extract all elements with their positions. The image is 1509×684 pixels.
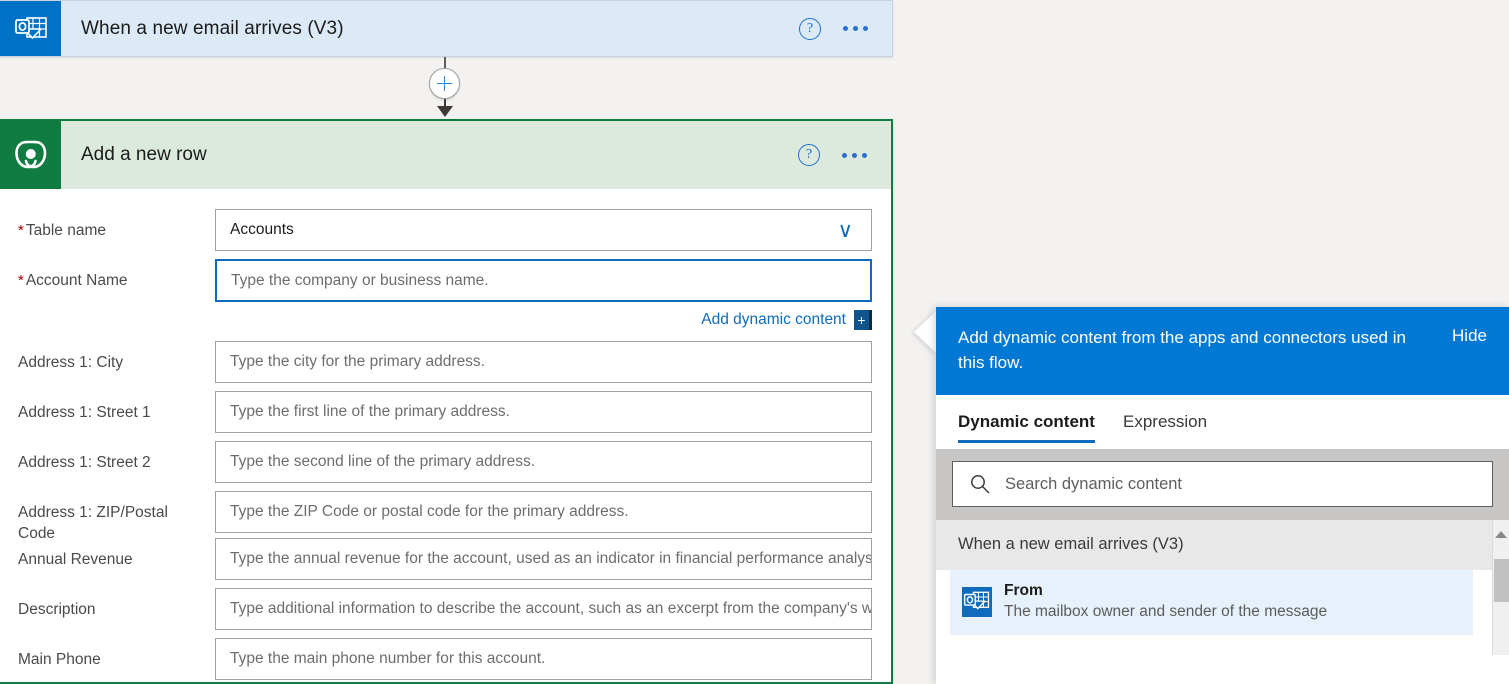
field-control: Accounts ∨ xyxy=(215,209,872,251)
field-table-name: *Table name Accounts ∨ xyxy=(18,209,867,251)
action-card: Add a new row ? *Table name Accounts ∨ xyxy=(0,119,893,684)
dynamic-content-group-header: When a new email arrives (V3) xyxy=(936,520,1509,570)
address-city-input[interactable]: Type the city for the primary address. xyxy=(215,341,872,383)
trigger-card-actions: ? xyxy=(799,1,892,56)
flyout-pointer-icon xyxy=(914,310,937,354)
field-address-street-1: Address 1: Street 1 Type the first line … xyxy=(18,391,867,433)
hide-banner-button[interactable]: Hide xyxy=(1452,325,1487,346)
field-label: Annual Revenue xyxy=(18,538,215,570)
search-placeholder: Search dynamic content xyxy=(1005,475,1182,494)
field-label: Address 1: ZIP/Postal Code xyxy=(18,491,206,544)
required-asterisk: * xyxy=(18,272,24,289)
field-label: Address 1: City xyxy=(18,341,215,373)
input-placeholder: Type the company or business name. xyxy=(231,272,489,290)
tab-expression[interactable]: Expression xyxy=(1123,395,1207,449)
table-name-select[interactable]: Accounts ∨ xyxy=(215,209,872,251)
more-options-icon[interactable] xyxy=(841,20,870,37)
field-label: Address 1: Street 2 xyxy=(18,441,215,473)
address-street-1-input[interactable]: Type the first line of the primary addre… xyxy=(215,391,872,433)
table-name-value: Accounts xyxy=(230,221,294,239)
dynamic-content-item-name: From xyxy=(1004,580,1327,601)
search-icon xyxy=(969,473,991,495)
field-label: *Account Name xyxy=(18,259,215,291)
chevron-down-icon[interactable]: ∨ xyxy=(838,220,857,241)
field-control: Type additional information to describe … xyxy=(215,588,872,630)
annual-revenue-input[interactable]: Type the annual revenue for the account,… xyxy=(215,538,872,580)
field-annual-revenue: Annual Revenue Type the annual revenue f… xyxy=(18,538,867,580)
flow-canvas: When a new email arrives (V3) ? xyxy=(0,0,905,684)
input-placeholder: Type the ZIP Code or postal code for the… xyxy=(230,503,629,521)
help-icon[interactable]: ? xyxy=(799,18,821,40)
action-title: Add a new row xyxy=(61,121,798,189)
field-description: Description Type additional information … xyxy=(18,588,867,630)
dynamic-content-flyout: Add dynamic content from the apps and co… xyxy=(936,307,1509,684)
dynamic-content-item-description: The mailbox owner and sender of the mess… xyxy=(1004,601,1327,623)
flyout-search-area: Search dynamic content xyxy=(936,449,1509,520)
field-label: Main Phone xyxy=(18,638,215,670)
field-label: Address 1: Street 1 xyxy=(18,391,215,423)
field-control: Type the city for the primary address. xyxy=(215,341,872,383)
add-dynamic-content-row: Add dynamic content + xyxy=(215,309,872,331)
action-form: *Table name Accounts ∨ *Account Name Typ… xyxy=(0,189,891,682)
field-control: Type the annual revenue for the account,… xyxy=(215,538,872,580)
address-street-2-input[interactable]: Type the second line of the primary addr… xyxy=(215,441,872,483)
field-address-street-2: Address 1: Street 2 Type the second line… xyxy=(18,441,867,483)
outlook-icon xyxy=(0,1,61,56)
field-control: Type the main phone number for this acco… xyxy=(215,638,872,680)
flyout-tabs: Dynamic content Expression xyxy=(936,395,1509,449)
trigger-card[interactable]: When a new email arrives (V3) ? xyxy=(0,0,893,57)
input-placeholder: Type the city for the primary address. xyxy=(230,353,485,371)
field-label: Description xyxy=(18,588,215,620)
add-step-icon[interactable] xyxy=(429,68,460,99)
dataverse-icon xyxy=(0,121,61,189)
field-address-city: Address 1: City Type the city for the pr… xyxy=(18,341,867,383)
address-zip-input[interactable]: Type the ZIP Code or postal code for the… xyxy=(215,491,872,533)
help-icon[interactable]: ? xyxy=(798,144,820,166)
add-dynamic-content-link[interactable]: Add dynamic content xyxy=(701,311,846,329)
field-address-zip: Address 1: ZIP/Postal Code Type the ZIP … xyxy=(18,491,867,544)
flyout-banner: Add dynamic content from the apps and co… xyxy=(936,307,1509,395)
account-name-input[interactable]: Type the company or business name. xyxy=(215,259,872,302)
field-control: Type the company or business name. Add d… xyxy=(215,259,872,341)
flow-connector xyxy=(444,57,445,119)
more-options-icon[interactable] xyxy=(840,147,869,164)
field-main-phone: Main Phone Type the main phone number fo… xyxy=(18,638,867,680)
flyout-banner-message: Add dynamic content from the apps and co… xyxy=(958,325,1410,375)
main-phone-input[interactable]: Type the main phone number for this acco… xyxy=(215,638,872,680)
field-control: Type the second line of the primary addr… xyxy=(215,441,872,483)
add-dynamic-content-badge[interactable]: + xyxy=(854,310,872,330)
field-control: Type the first line of the primary addre… xyxy=(215,391,872,433)
input-placeholder: Type additional information to describe … xyxy=(230,600,872,618)
outlook-icon xyxy=(962,587,992,617)
power-automate-flow-designer: When a new email arrives (V3) ? xyxy=(0,0,1509,684)
action-card-header[interactable]: Add a new row ? xyxy=(0,121,891,189)
scroll-up-icon[interactable] xyxy=(1495,531,1507,538)
dynamic-content-item-text: From The mailbox owner and sender of the… xyxy=(1004,580,1327,623)
field-label: *Table name xyxy=(18,209,215,241)
scrollbar-thumb[interactable] xyxy=(1494,559,1509,602)
flyout-scrollbar[interactable] xyxy=(1492,520,1509,655)
field-control: Type the ZIP Code or postal code for the… xyxy=(215,491,872,533)
dynamic-content-list: When a new email arrives (V3) From The m… xyxy=(936,520,1509,635)
search-dynamic-content-input[interactable]: Search dynamic content xyxy=(952,461,1493,507)
dynamic-content-item-from[interactable]: From The mailbox owner and sender of the… xyxy=(950,570,1473,635)
connector-arrow-icon xyxy=(437,106,453,117)
input-placeholder: Type the main phone number for this acco… xyxy=(230,650,545,668)
field-account-name: *Account Name Type the company or busine… xyxy=(18,259,867,341)
trigger-title: When a new email arrives (V3) xyxy=(61,1,799,56)
input-placeholder: Type the second line of the primary addr… xyxy=(230,453,535,471)
tab-dynamic-content[interactable]: Dynamic content xyxy=(958,395,1095,449)
required-asterisk: * xyxy=(18,222,24,239)
action-card-actions: ? xyxy=(798,121,891,189)
input-placeholder: Type the annual revenue for the account,… xyxy=(230,550,872,568)
input-placeholder: Type the first line of the primary addre… xyxy=(230,403,510,421)
description-input[interactable]: Type additional information to describe … xyxy=(215,588,872,630)
